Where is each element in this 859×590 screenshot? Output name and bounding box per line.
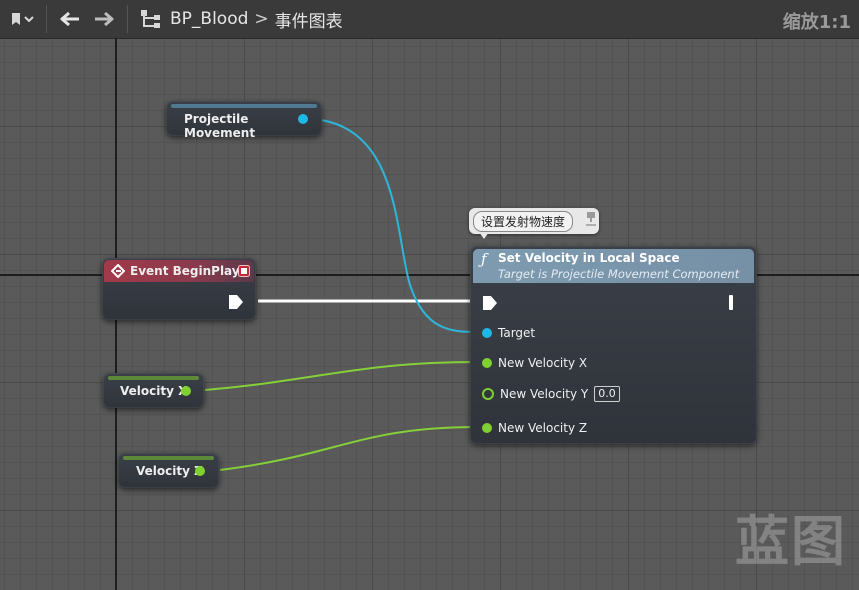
node-type-bar [123,456,214,460]
pin-comment-icon[interactable] [585,210,597,230]
velocity-x-wire[interactable] [204,361,479,391]
node-label: Velocity X [120,384,188,398]
velocity-z-wire[interactable] [219,426,479,471]
new-velocity-y-value-input[interactable]: 0.0 [594,386,620,402]
event-begin-play-node[interactable]: Event BeginPlay [102,258,256,320]
pin-label: New Velocity Z [498,421,588,435]
function-icon: ƒ [481,250,487,268]
node-title: Event BeginPlay [130,264,240,278]
velocity-x-node[interactable]: Velocity X [103,373,204,408]
exec-output-pin[interactable] [228,294,244,310]
blueprint-watermark: 蓝图 [735,510,847,573]
stop-icon[interactable] [238,265,250,277]
node-title: Set Velocity in Local Space [498,251,680,265]
pin-label: New Velocity Y [500,387,589,401]
exec-output-pin[interactable] [729,295,733,310]
projectile-movement-node[interactable]: Projectile Movement [166,101,322,140]
float-output-pin[interactable] [195,466,205,476]
new-velocity-x-pin-row[interactable]: New Velocity X [482,356,587,370]
pin-label: Target [498,326,536,340]
velocity-z-node[interactable]: Velocity Z [118,453,219,488]
object-input-pin[interactable] [482,328,492,338]
node-comment-text[interactable]: 设置发射物速度 [473,211,574,232]
node-type-bar [108,376,199,380]
new-velocity-y-pin-row[interactable]: New Velocity Y 0.0 [482,386,620,402]
object-output-pin[interactable] [298,114,308,124]
target-pin-row[interactable]: Target [482,326,535,340]
pin-label: New Velocity X [498,356,588,370]
float-output-pin[interactable] [181,386,191,396]
exec-input-pin[interactable] [482,295,498,311]
node-type-bar [171,104,317,108]
node-comment-bubble[interactable]: 设置发射物速度 [469,208,599,239]
bubble-tail [479,232,489,239]
float-input-pin[interactable] [482,358,492,368]
float-input-pin-unconnected[interactable] [482,388,494,400]
node-label: Velocity Z [136,464,203,478]
new-velocity-z-pin-row[interactable]: New Velocity Z [482,421,587,435]
event-icon [111,264,125,278]
float-input-pin[interactable] [482,423,492,433]
node-subtitle: Target is Projectile Movement Component [498,267,740,281]
set-velocity-in-local-space-node[interactable]: ƒ Set Velocity in Local Space Target is … [470,246,757,444]
